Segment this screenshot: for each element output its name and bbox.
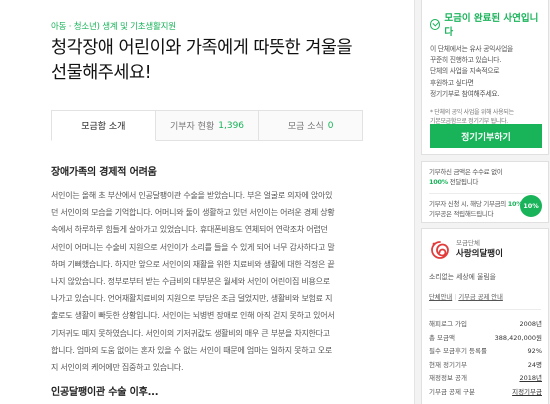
check-circle-icon [430,18,441,30]
tab-label: 모금 소식 [287,122,324,132]
tab-news[interactable]: 모금 소식 0 [259,110,364,141]
snail-logo-icon [431,241,449,259]
campaign-complete-box: 모금이 완료된 사연입니다 이 단체에서는 유사 공익사업을 꾸준히 진행하고 … [421,0,549,155]
section-title: 인공달팽이관 수술 이후... [51,387,159,398]
body-line: 출로도 생활이 빠듯한 상황입니다. 서인이는 뇌병변 장애로 인해 아직 걷지… [51,311,335,321]
org-description: 소리없는 세상에 울림을 [429,273,496,281]
tax-line: 기부공은 적립해드립니다 [429,209,494,218]
percent-badge: 10% [520,195,542,217]
delivery-suffix: 전달됩니다 [447,177,479,186]
tax-line: 기부자 신청 시, 해당 기부금의 10% [429,200,523,210]
main-content: 아동 · 청소년) 생계 및 기초생활지원 청각장애 어린이와 가족에게 따뜻한… [0,0,414,404]
stat-row: 재정정보 공개 2018년 [429,372,542,386]
complete-heading: 모금이 완료된 사연입니다 [430,10,540,38]
tab-label: 기부자 현황 [169,122,215,132]
complete-title: 모금이 완료된 사연입니다 [444,13,539,38]
stat-label: 해피로그 가입 [429,320,467,328]
section-title: 장애가족의 경제적 어려움 [51,167,157,178]
org-links: 단체안내 | 기부금 공제 안내 [429,292,503,301]
org-title-group: 모금단체 사랑의달팽이 [456,239,503,260]
stat-value: 2008년 [519,320,542,328]
stat-value: 388,420,000원 [494,333,542,342]
org-info-link[interactable]: 단체안내 [429,294,452,301]
link-separator: | [454,294,457,301]
body-line: 서인이는 올해 초 부산에서 인공달팽이관 수술을 받았습니다. 부은 얼굴로 … [51,191,333,200]
body-line: 하며 기뻐했습니다. 하지만 앞으로 서인이의 재활을 위한 치료비와 생활에 … [51,259,335,269]
page-title-line: 청각장애 어린이와 가족에게 따뜻한 겨울을 [51,38,353,58]
tab-bar: 모금함 소개 기부자 현황 1,396 모금 소식 0 [51,110,364,141]
story-body: 서인이는 올해 초 부산에서 인공달팽이관 수술을 받았습니다. 부은 얼굴로 … [51,187,369,376]
stat-row: 기부금 공제 구분 지정기부금 [429,386,542,400]
org-type-label: 모금단체 [456,239,480,247]
stat-row: 총 모금액 388,420,000원 [429,332,542,346]
org-stats: 해피로그 가입 2008년 총 모금액 388,420,000원 필수 모금후기 등… [429,318,542,399]
financial-info-link[interactable]: 2018년 [519,372,542,386]
stat-row: 해피로그 가입 2008년 [429,318,542,332]
delivery-percent: 100% [429,177,448,186]
description-line: 꾸준히 진행하고 있습니다. [430,56,502,65]
tab-label: 모금함 소개 [81,122,126,132]
tax-prefix: 기부자 신청 시, 해당 기부금의 [429,200,506,208]
stat-label: 필수 모금후기 등록률 [429,347,487,355]
description-line: 정기기부로 참여해주세요. [430,89,500,98]
body-line: 지 서인이의 케어에만 집중하고 있습니다. [51,363,184,373]
body-line: 나지 않았습니다. 정부로부터 받는 수급비의 대부분은 월세와 서인이 어린이… [51,277,330,287]
deduction-type-link[interactable]: 지정기부금 [512,386,542,400]
description-line: 후원하고 싶다면 [430,78,474,87]
category-label[interactable]: 아동 · 청소년) 생계 및 기초생활지원 [51,20,176,32]
delivery-line: 100% 전달됩니다 [429,178,502,188]
stat-label: 재정정보 공개 [429,374,467,382]
page-title-line: 선물해주세요! [51,63,152,83]
stat-label: 총 모금액 [429,333,455,342]
org-header: 모금단체 사랑의달팽이 [429,239,503,261]
body-line: 나가고 있습니다. 언어재활치료비의 지원으로 부담은 조금 덜었지만, 생활비… [51,294,333,304]
stat-row: 현재 정기기부 24명 [429,359,542,373]
tax-deduction-link[interactable]: 기부금 공제 안내 [458,294,503,301]
body-line: 서인이 어머니는 수술비 지원으로 서인이가 소리를 들을 수 있게 되어 너무… [51,242,335,252]
tab-donors[interactable]: 기부자 현황 1,396 [155,110,260,141]
body-line: 속에서 하루하루 힘들게 살아가고 있었습니다. 휴대폰비용도 연체되어 연락조… [51,225,328,235]
body-line: 합니다. 엄마의 도움 없이는 혼자 있을 수 없는 서인이 때문에 엄마는 일… [51,345,332,355]
stat-label: 기부금 공제 구분 [429,387,475,396]
donation-info-box: 기부하신 금액은 수수료 없이 100% 전달됩니다 기부자 신청 시, 해당 … [421,161,549,223]
stat-label: 현재 정기기부 [429,360,467,369]
org-name[interactable]: 사랑의달팽이 [456,248,503,260]
tab-count: 1,396 [218,120,245,131]
body-line: 던 서인이의 모습을 기억합니다. 어머니와 둘이 생활하고 있던 서인이는 어… [51,208,335,218]
stat-row: 필수 모금후기 등록률 92% [429,345,542,359]
tax-info: 기부자 신청 시, 해당 기부금의 10% 기부공은 적립해드립니다 [429,200,523,219]
delivery-line: 기부하신 금액은 수수료 없이 [429,168,503,176]
stat-value: 92% [527,347,542,355]
body-line: 기저귀도 떼지 못하였습니다. 서인이의 기저귀값도 생활비의 매우 큰 부분을… [51,328,330,338]
description-line: 이 단체에서는 유사 공익사업을 [430,45,513,53]
stat-value: 24명 [527,360,542,369]
complete-description: 이 단체에서는 유사 공익사업을 꾸준히 진행하고 있습니다. 단체의 사업을 … [430,44,540,100]
divider [429,193,541,194]
regular-donate-button[interactable]: 정기기부하기 [430,124,542,148]
page-title: 청각장애 어린이와 가족에게 따뜻한 겨울을 선물해주세요! [51,36,401,86]
delivery-info: 기부하신 금액은 수수료 없이 100% 전달됩니다 [429,168,503,188]
description-line: 단체의 사업을 지속적으로 [430,67,500,76]
tab-intro[interactable]: 모금함 소개 [51,110,156,141]
tab-count: 0 [327,120,334,131]
note-line: * 단체의 공익 사업을 위해 사용되는 [430,109,514,117]
sidebar: 모금이 완료된 사연입니다 이 단체에서는 유사 공익사업을 꾸준히 진행하고 … [414,0,550,404]
divider [429,309,541,310]
organization-box: 모금단체 사랑의달팽이 소리없는 세상에 울림을 단체안내 | 기부금 공제 안내 … [421,228,549,404]
